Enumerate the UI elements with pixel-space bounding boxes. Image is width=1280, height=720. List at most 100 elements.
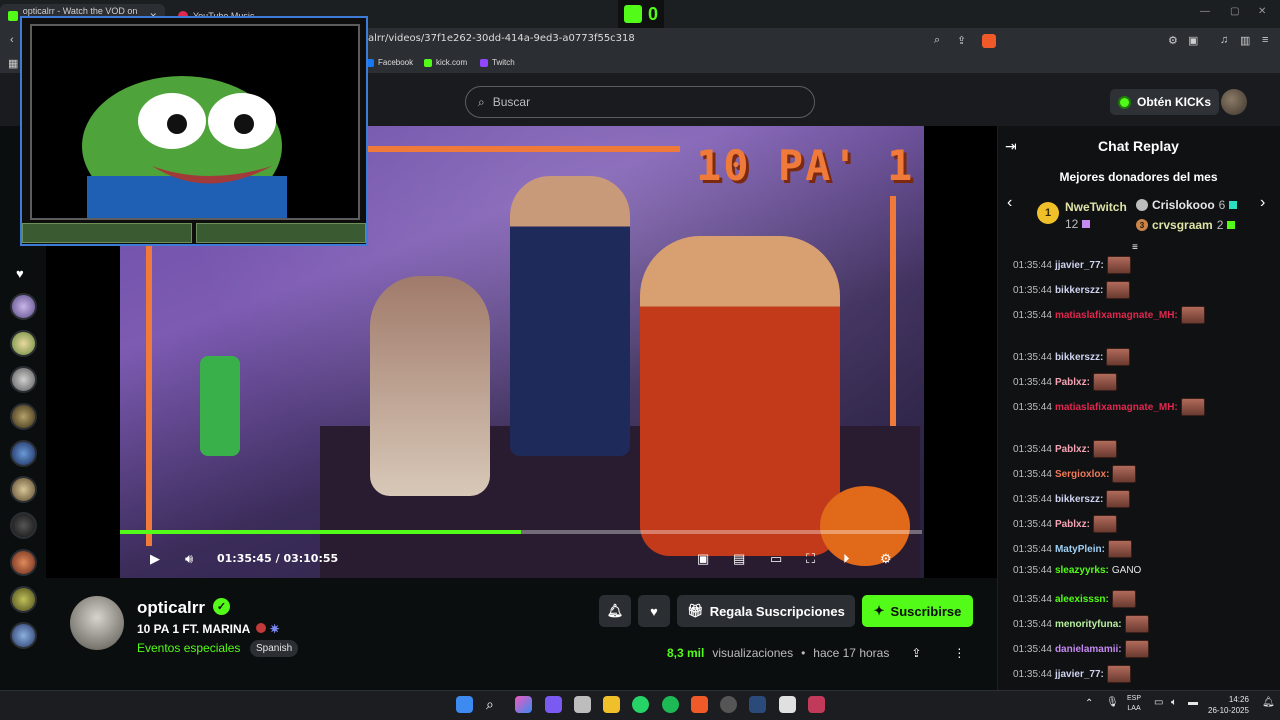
channel-avatar[interactable] <box>70 596 124 650</box>
speaker-icon[interactable]: 🔈︎ <box>1171 697 1177 708</box>
message-username[interactable]: aleexisssn: <box>1055 594 1109 605</box>
search-input[interactable]: ⌕ Buscar <box>465 86 815 118</box>
message-username[interactable]: Pablxz: <box>1055 519 1090 530</box>
sidebar-channel-6[interactable] <box>10 476 37 503</box>
fullscreen-icon[interactable]: ⛶ <box>806 551 815 567</box>
notifications-bell-button[interactable]: 🔔︎ <box>599 595 631 627</box>
message-username[interactable]: matiaslafixamagnate_MH: <box>1055 310 1178 321</box>
message-username[interactable]: sleazyyrks: <box>1055 565 1109 576</box>
user-avatar[interactable] <box>1221 89 1247 115</box>
volume-icon[interactable]: 🔊︎ <box>185 551 193 567</box>
more-options-icon[interactable]: ⋮ <box>953 646 965 660</box>
message-username[interactable]: jjavier_77: <box>1055 260 1104 271</box>
donor-1[interactable]: NweTwitch <box>1065 200 1127 214</box>
play-icon[interactable]: ▶ <box>150 551 160 567</box>
minimize-icon[interactable]: — <box>1200 6 1210 17</box>
overlay-title-text: 10 PA' 1 <box>696 141 915 190</box>
pip-window[interactable] <box>20 16 368 246</box>
whatsapp-icon[interactable] <box>632 696 649 713</box>
message-emote-icon <box>1124 640 1149 658</box>
category-link[interactable]: Eventos especiales <box>137 641 240 655</box>
message-emote-icon <box>1092 440 1117 458</box>
sidebar-channel-5[interactable] <box>10 440 37 467</box>
bookmark-twitch[interactable]: Twitch <box>480 58 515 67</box>
steam-icon[interactable] <box>749 696 766 713</box>
address-bar[interactable]: alrr/videos/37f1e262-30dd-414a-9ed3-a077… <box>368 33 635 44</box>
pinned-filter-icon[interactable]: ≡ <box>1132 242 1138 253</box>
store-icon[interactable] <box>574 696 591 713</box>
bookmark-facebook[interactable]: Facebook <box>366 58 413 67</box>
brave-browser-icon[interactable] <box>691 696 708 713</box>
file-explorer-icon[interactable] <box>603 696 620 713</box>
microphone-icon[interactable]: 🎙︎ <box>1106 697 1119 708</box>
brave-shield-icon[interactable] <box>982 34 996 48</box>
sidebar-channel-8[interactable] <box>10 549 37 576</box>
pen-app-icon[interactable] <box>545 696 562 713</box>
spotify-icon[interactable] <box>662 696 679 713</box>
sidebar-channel-9[interactable] <box>10 586 37 613</box>
message-username[interactable]: MatyPlein: <box>1055 544 1105 555</box>
message-username[interactable]: bikkerszz: <box>1055 352 1103 363</box>
sidebar-channel-7[interactable] <box>10 512 37 539</box>
donor-3[interactable]: 3 crvsgraam 2 <box>1136 218 1236 232</box>
maximize-icon[interactable]: ▢ <box>1230 6 1239 17</box>
settings-gear-icon[interactable]: ⚙ <box>880 551 892 567</box>
sidebar-channel-1[interactable] <box>10 293 37 320</box>
subscribe-button[interactable]: ✦ Suscribirse <box>862 595 973 627</box>
menu-icon[interactable]: ≡ <box>1262 34 1268 46</box>
get-kicks-button[interactable]: Obtén KICKs <box>1110 89 1220 115</box>
theater-mode-icon[interactable]: ▭ <box>770 551 782 567</box>
donor-2[interactable]: Crislokooo 6 <box>1136 198 1238 212</box>
windows-start-icon[interactable] <box>456 696 473 713</box>
language-tag[interactable]: Spanish <box>250 640 299 657</box>
prev-donors-icon[interactable]: ‹ <box>1007 194 1012 212</box>
message-username[interactable]: bikkerszz: <box>1055 494 1103 505</box>
message-emote-icon <box>1107 540 1132 558</box>
music-icon[interactable]: ♫ <box>1220 34 1228 46</box>
wallet-icon[interactable]: ▣ <box>1188 34 1198 47</box>
sidebar-channel-4[interactable] <box>10 403 37 430</box>
sidebar-channel-10[interactable] <box>10 622 37 649</box>
gift-subs-button[interactable]: 🎁︎ Regala Suscripciones <box>677 595 855 627</box>
extensions-icon[interactable]: ⚙ <box>1168 34 1178 47</box>
video-progress-bar[interactable] <box>120 530 922 534</box>
system-clock[interactable]: 14:26 26-10-2025 <box>1208 694 1249 716</box>
valorant-icon[interactable] <box>808 696 825 713</box>
search-taskbar-icon[interactable]: ⌕ <box>486 696 503 713</box>
bookmark-kick[interactable]: kick.com <box>424 58 467 67</box>
share-icon[interactable]: ⇪ <box>911 646 921 660</box>
message-username[interactable]: Sergioxlox: <box>1055 469 1109 480</box>
message-username[interactable]: jjavier_77: <box>1055 669 1104 680</box>
notes-app-icon[interactable] <box>779 696 796 713</box>
speed-icon[interactable]: ⏵ <box>843 551 850 567</box>
message-username[interactable]: Pablxz: <box>1055 377 1090 388</box>
back-icon[interactable]: ‹ <box>10 34 14 46</box>
close-window-icon[interactable]: ✕ <box>1258 6 1266 17</box>
tray-expand-icon[interactable]: ⌃ <box>1085 698 1093 709</box>
message-username[interactable]: bikkerszz: <box>1055 285 1103 296</box>
message-emote-icon <box>1180 398 1205 416</box>
message-username[interactable]: menorityfuna: <box>1055 619 1122 630</box>
battery-icon[interactable]: ▬ <box>1188 697 1198 708</box>
message-username[interactable]: matiaslafixamagnate_MH: <box>1055 402 1178 413</box>
kick-logo-icon <box>623 5 642 23</box>
language-indicator[interactable]: ESP LAA <box>1127 694 1141 714</box>
network-icon[interactable]: ▭ <box>1154 697 1163 708</box>
sidebar-channel-2[interactable] <box>10 330 37 357</box>
message-username[interactable]: Pablxz: <box>1055 444 1090 455</box>
sidebar-toggle-icon[interactable]: ▥ <box>1240 34 1250 47</box>
steam-like-icon[interactable] <box>720 696 737 713</box>
clip-icon[interactable]: ▤ <box>733 551 745 567</box>
sidebar-channel-3[interactable] <box>10 366 37 393</box>
twitch-icon <box>480 58 488 67</box>
follow-heart-button[interactable]: ♥ <box>638 595 670 627</box>
miniplayer-icon[interactable]: ▣ <box>697 551 709 567</box>
channel-name[interactable]: opticalrr <box>137 598 205 618</box>
message-username[interactable]: danielamamii: <box>1055 644 1122 655</box>
copilot-icon[interactable] <box>515 696 532 713</box>
share-icon[interactable]: ⇪ <box>957 34 966 47</box>
next-donors-icon[interactable]: › <box>1260 194 1265 212</box>
apps-grid-icon[interactable]: ▦ <box>8 57 18 70</box>
zoom-icon[interactable]: ⌕ <box>934 34 940 47</box>
notifications-icon[interactable]: 🔔︎ <box>1262 697 1275 708</box>
